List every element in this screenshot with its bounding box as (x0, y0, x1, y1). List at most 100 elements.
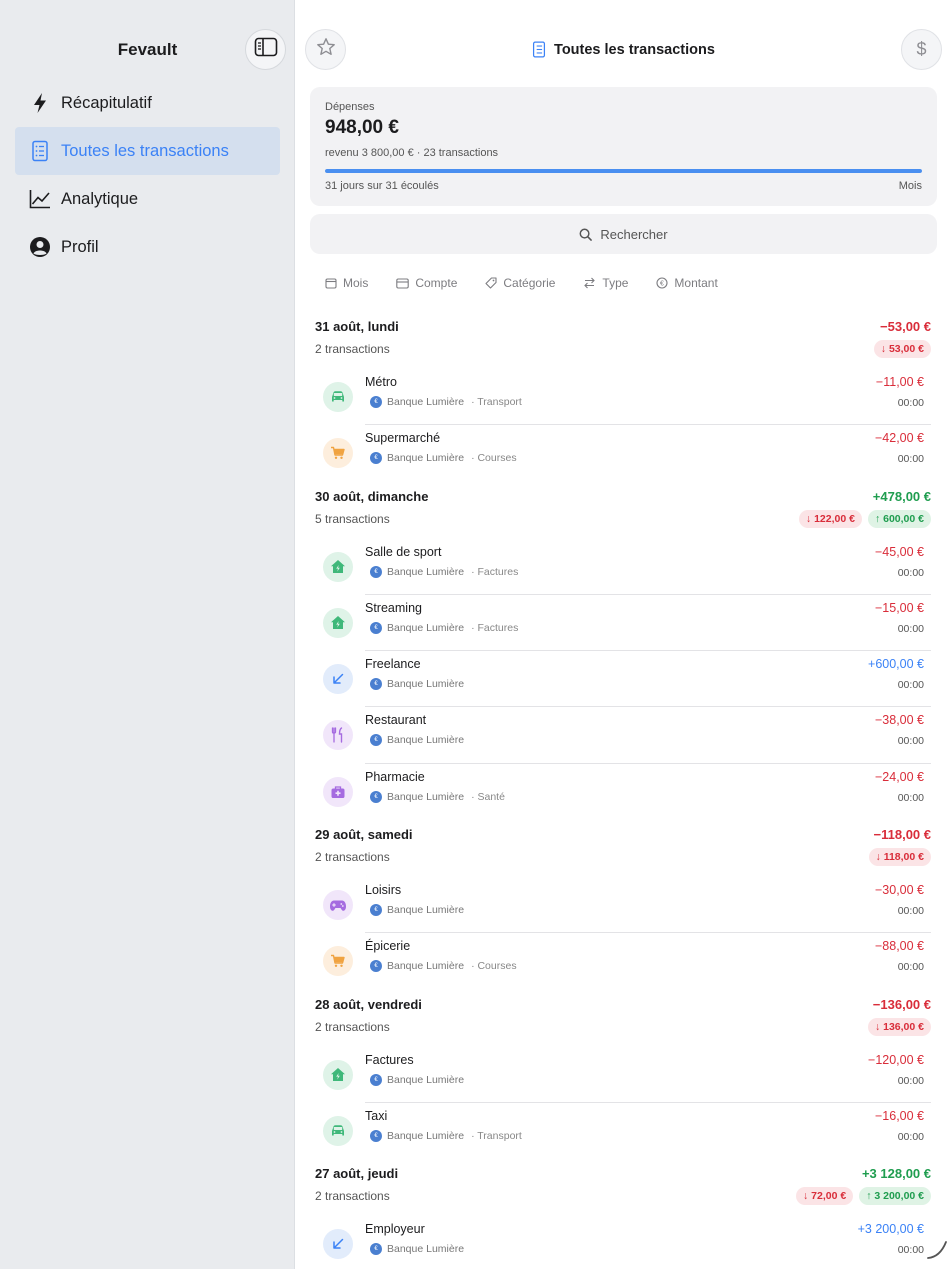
period-progress-bar (325, 169, 922, 173)
transaction-meta: € Banque Lumière (370, 734, 465, 747)
transaction-meta: € Banque Lumière · Transport (370, 1129, 522, 1142)
transaction-row[interactable]: Factures € Banque Lumière −120,00 € 00:00 (295, 1047, 952, 1103)
cart-icon (323, 438, 353, 469)
transaction-meta: € Banque Lumière (370, 904, 465, 917)
bank-icon: € (370, 1073, 382, 1086)
transaction-time: 00:00 (897, 961, 924, 974)
day-total: −136,00 € (872, 996, 931, 1012)
sidebar-item-analytics[interactable]: Analytique (15, 175, 280, 223)
day-transaction-count: 2 transactions (315, 850, 390, 865)
transaction-meta: € Banque Lumière · Factures (370, 621, 518, 634)
day-section-header: 29 août, samedi 2 transactions −118,00 € ↓ … (295, 820, 952, 877)
filter-label: Catégorie (503, 276, 556, 290)
transaction-time: 00:00 (897, 566, 924, 579)
transaction-category: · Transport (471, 396, 522, 408)
transaction-row[interactable]: Restaurant € Banque Lumière −38,00 € 00:00 (295, 707, 952, 764)
transaction-meta: € Banque Lumière (370, 1243, 464, 1256)
transaction-row[interactable]: Loisirs € Banque Lumière −30,00 € 00:00 (295, 877, 952, 934)
car-icon (323, 382, 353, 412)
transaction-row[interactable]: Streaming € Banque Lumière · Factures −15,00… (295, 595, 952, 652)
progress-text: 31 jours sur 31 écoulés (325, 180, 439, 192)
sidebar-toggle-button[interactable] (245, 29, 286, 70)
sidebar-item-recap[interactable]: Récapitulatif (15, 79, 280, 127)
transaction-amount: +3 200,00 € (857, 1222, 924, 1237)
list-icon (532, 41, 546, 58)
transaction-row[interactable]: Salle de sport € Banque Lumière · Factures −… (295, 539, 952, 595)
filter-month[interactable]: Mois (315, 271, 378, 295)
expense-badge: ↓ 72,00 € (796, 1187, 854, 1206)
filter-bar: Mois Compte Catégorie Type € Montant (315, 271, 736, 295)
transaction-name: Loisirs (365, 883, 402, 898)
page-title-text: Toutes les transactions (554, 41, 715, 58)
page-title: Toutes les transactions (295, 41, 952, 58)
transaction-name: Restaurant (365, 713, 427, 728)
bank-icon: € (370, 396, 382, 408)
house-bolt-icon (323, 1059, 353, 1090)
transaction-bank: Banque Lumière (387, 734, 465, 747)
bolt-icon (29, 92, 51, 114)
period-label: Mois (898, 180, 922, 192)
day-transaction-count: 2 transactions (315, 1189, 390, 1204)
transaction-bank: Banque Lumière (387, 678, 465, 691)
transaction-category: · Courses (471, 452, 517, 465)
transaction-meta: € Banque Lumière · Santé (370, 790, 505, 803)
filter-label: Compte (415, 276, 458, 290)
medkit-icon (323, 776, 353, 807)
day-badges: ↓ 122,00 € ↑ 600,00 € (793, 509, 931, 528)
filter-type[interactable]: Type (573, 271, 638, 295)
sidebar-item-profile[interactable]: Profil (15, 223, 280, 271)
main-content: Toutes les transactions $ Dépenses 948,0… (295, 0, 952, 1269)
resize-handle-icon[interactable] (926, 1238, 948, 1265)
search-icon (579, 228, 593, 241)
transaction-amount: −120,00 € (868, 1052, 924, 1067)
arrow-down-left-icon (323, 664, 353, 695)
fork-knife-icon (323, 720, 353, 751)
transaction-time: 00:00 (897, 791, 924, 804)
transaction-row[interactable]: Épicerie € Banque Lumière · Courses −88,00 €… (295, 933, 952, 989)
currency-button[interactable]: $ (901, 29, 942, 70)
transaction-time: 00:00 (897, 679, 924, 692)
search-field[interactable]: Rechercher (310, 214, 937, 254)
day-section-header: 30 août, dimanche 5 transactions +478,00 €… (295, 482, 952, 539)
period-progress-fill (325, 169, 922, 173)
transaction-name: Streaming (365, 600, 422, 615)
tag-icon (485, 277, 497, 289)
transaction-bank: Banque Lumière (387, 904, 465, 917)
sidebar-item-transactions[interactable]: Toutes les transactions (15, 127, 280, 175)
transaction-row[interactable]: Taxi € Banque Lumière · Transport −16,00 € 00… (295, 1103, 952, 1159)
transaction-category: · Courses (471, 960, 517, 973)
day-badges: ↓ 136,00 € (862, 1017, 931, 1036)
transaction-amount: −11,00 € (875, 375, 924, 389)
bank-icon: € (370, 565, 382, 578)
day-total: +478,00 € (872, 488, 931, 504)
transaction-amount: +600,00 € (868, 657, 924, 672)
expense-badge: ↓ 122,00 € (798, 509, 862, 528)
summary-amount: 948,00 € (325, 117, 399, 138)
transaction-amount: −45,00 € (874, 544, 924, 559)
gamepad-icon (323, 890, 353, 921)
bank-icon: € (370, 734, 382, 747)
expense-badge: ↓ 136,00 € (867, 1017, 931, 1036)
day-badges: ↓ 72,00 € ↑ 3 200,00 € (790, 1187, 931, 1206)
transaction-row[interactable]: Supermarché € Banque Lumière · Courses −42,0… (295, 425, 952, 481)
filter-amount[interactable]: € Montant (646, 271, 727, 295)
transaction-amount: −24,00 € (874, 769, 924, 784)
house-bolt-icon (323, 551, 353, 582)
day-transaction-count: 5 transactions (315, 511, 390, 526)
transaction-row[interactable]: Métro € Banque Lumière · Transport −11,00 € 0… (295, 369, 952, 426)
transaction-row[interactable]: Pharmacie € Banque Lumière · Santé −24,00 € 0… (295, 764, 952, 820)
transaction-bank: Banque Lumière (387, 1129, 465, 1142)
transaction-bank: Banque Lumière (387, 621, 465, 634)
transaction-row[interactable]: Employeur € Banque Lumière +3 200,00 € 00:00 (295, 1216, 952, 1269)
transactions-list: 31 août, lundi 2 transactions −53,00 € ↓ 53… (295, 312, 952, 1269)
chart-icon (29, 188, 51, 210)
filter-account[interactable]: Compte (386, 271, 467, 295)
transaction-time: 00:00 (897, 735, 924, 748)
svg-text:€: € (660, 281, 664, 288)
transaction-row[interactable]: Freelance € Banque Lumière +600,00 € 00:00 (295, 651, 952, 708)
spending-summary-card[interactable]: Dépenses 948,00 € revenu 3 800,00 € · 23… (310, 87, 937, 206)
transaction-amount: −42,00 € (874, 431, 924, 446)
transaction-name: Factures (365, 1052, 414, 1067)
filter-category[interactable]: Catégorie (475, 271, 565, 295)
transaction-name: Taxi (365, 1108, 388, 1123)
